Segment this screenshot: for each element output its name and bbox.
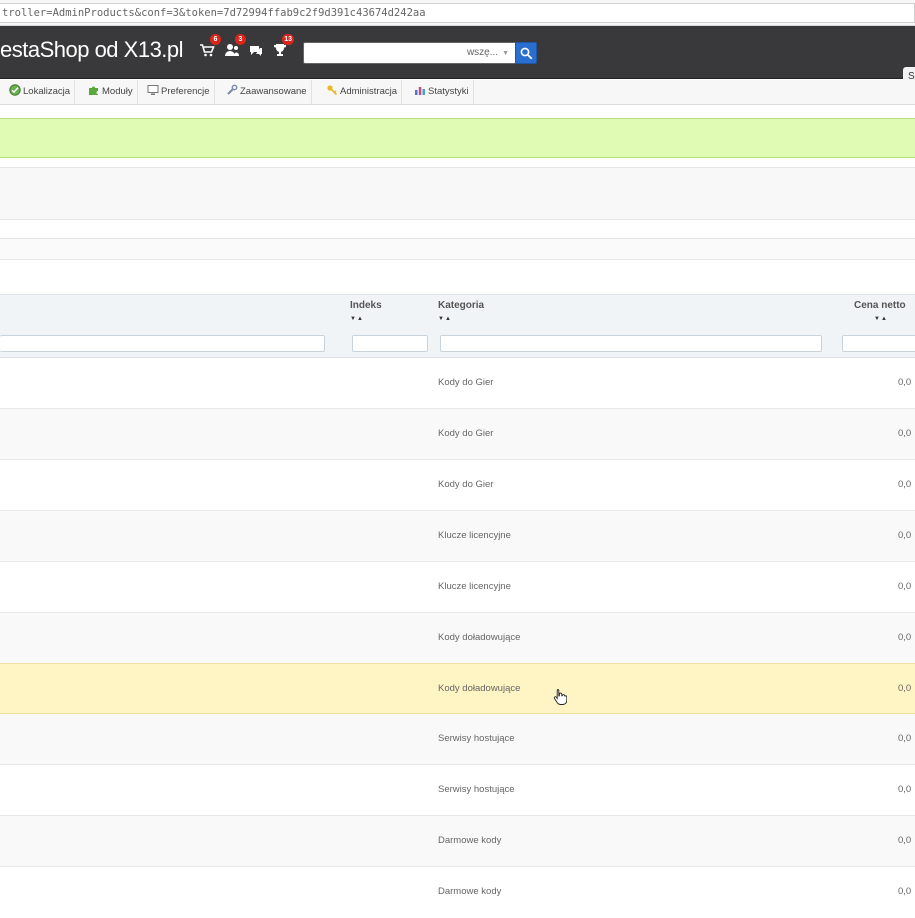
menu-label: Moduły (102, 86, 133, 97)
price-cell: 0,0 (898, 530, 912, 541)
table-row[interactable]: Serwisy hostujące 0,0 (0, 714, 915, 765)
key-icon (326, 82, 338, 96)
cart-icon[interactable]: 6 (199, 34, 221, 58)
menu-item-moduly[interactable]: Moduły (88, 80, 138, 104)
menu-label: Lokalizacja (23, 86, 70, 97)
shop-title[interactable]: estaShop od X13.pl (0, 37, 184, 63)
category-cell: Darmowe kody (438, 835, 502, 846)
price-cell: 0,0 (898, 886, 912, 897)
browser-address-bar: troller=AdminProducts&conf=3&token=7d729… (0, 0, 915, 26)
price-filter-input[interactable] (842, 335, 915, 352)
price-cell: 0,0 (898, 479, 912, 490)
menu-item-statystyki[interactable]: Statystyki (414, 80, 474, 104)
menu-label: Administracja (340, 86, 398, 97)
search-icon (520, 47, 533, 60)
price-cell: 0,0 (898, 428, 912, 439)
price-cell: 0,0 (898, 377, 912, 388)
menu-label: Statystyki (428, 86, 469, 97)
table-row[interactable]: Klucze licencyjne 0,0 (0, 562, 915, 613)
price-cell: 0,0 (898, 683, 912, 694)
search-scope-label: wszę... (466, 47, 499, 58)
table-row[interactable]: Darmowe kody 0,0 (0, 867, 915, 918)
globe-icon (9, 82, 21, 96)
search-scope-select[interactable]: wszę... ▼ (467, 47, 509, 58)
messages-icon[interactable] (248, 42, 264, 58)
success-message (0, 118, 915, 158)
menu-item-administracja[interactable]: Administracja (326, 80, 403, 104)
table-header: Indeks ▼▲ Kategoria ▼▲ Cena netto ▼▲ (0, 294, 915, 328)
sort-category-icon[interactable]: ▼▲ (438, 316, 452, 322)
menu-item-preferencje[interactable]: Preferencje (147, 80, 215, 104)
chevron-down-icon: ▼ (502, 50, 509, 57)
category-cell: Serwisy hostujące (438, 784, 515, 795)
customers-icon[interactable]: 3 (224, 34, 246, 58)
orders-badge: 6 (210, 34, 221, 45)
page-toolbar (0, 167, 915, 220)
table-row[interactable]: Kody doładowujące 0,0 (0, 613, 915, 664)
table-row-hovered[interactable]: Kody doładowujące 0,0 (0, 663, 915, 714)
table-row[interactable]: Darmowe kody 0,0 (0, 816, 915, 867)
table-row[interactable]: Kody do Gier 0,0 (0, 460, 915, 511)
price-cell: 0,0 (898, 733, 912, 744)
column-header-category: Kategoria (438, 300, 485, 311)
price-cell: 0,0 (898, 784, 912, 795)
admin-header: estaShop od X13.pl 6 3 13 wszę... ▼ S (0, 26, 915, 87)
monitor-icon (147, 82, 159, 95)
url-field[interactable]: troller=AdminProducts&conf=3&token=7d729… (0, 3, 915, 23)
menu-label: Preferencje (161, 86, 210, 97)
admin-menu: Lokalizacja Moduły Preferencje Zaawansow… (0, 80, 915, 105)
table-row[interactable]: Serwisy hostujące 0,0 (0, 765, 915, 816)
category-cell: Serwisy hostujące (438, 733, 515, 744)
hand-cursor-icon (553, 689, 567, 705)
category-cell: Klucze licencyjne (438, 581, 511, 592)
category-cell: Kody do Gier (438, 428, 494, 439)
category-cell: Kody do Gier (438, 479, 494, 490)
menu-item-zaawansowane[interactable]: Zaawansowane (226, 80, 312, 104)
search-input[interactable]: wszę... ▼ (303, 42, 516, 64)
name-filter-input[interactable] (0, 335, 325, 352)
chart-icon (414, 82, 426, 95)
column-header-price: Cena netto (854, 300, 906, 311)
category-cell: Klucze licencyjne (438, 530, 511, 541)
category-cell: Kody doładowujące (438, 632, 521, 643)
menu-item-lokalizacja[interactable]: Lokalizacja (9, 80, 75, 104)
table-row[interactable]: Klucze licencyjne 0,0 (0, 511, 915, 562)
search-button[interactable] (515, 42, 537, 64)
sort-price-icon[interactable]: ▼▲ (874, 316, 888, 322)
filter-panel (0, 238, 915, 260)
category-cell: Darmowe kody (438, 886, 502, 897)
puzzle-icon (88, 82, 100, 95)
customers-badge: 3 (235, 34, 246, 45)
category-filter-input[interactable] (440, 335, 822, 352)
menu-label: Zaawansowane (240, 86, 307, 97)
sort-index-icon[interactable]: ▼▲ (350, 316, 364, 322)
column-header-index: Indeks (350, 300, 382, 311)
category-cell: Kody do Gier (438, 377, 494, 388)
wrench-icon (226, 82, 238, 95)
price-cell: 0,0 (898, 581, 912, 592)
table-row[interactable]: Kody do Gier 0,0 (0, 358, 915, 409)
table-row[interactable]: Kody do Gier 0,0 (0, 409, 915, 460)
price-cell: 0,0 (898, 835, 912, 846)
trophy-badge: 13 (282, 34, 294, 45)
trophy-icon[interactable]: 13 (272, 34, 294, 58)
price-cell: 0,0 (898, 632, 912, 643)
index-filter-input[interactable] (352, 335, 428, 352)
category-cell: Kody doładowujące (438, 683, 521, 694)
table-filter-row (0, 328, 915, 358)
